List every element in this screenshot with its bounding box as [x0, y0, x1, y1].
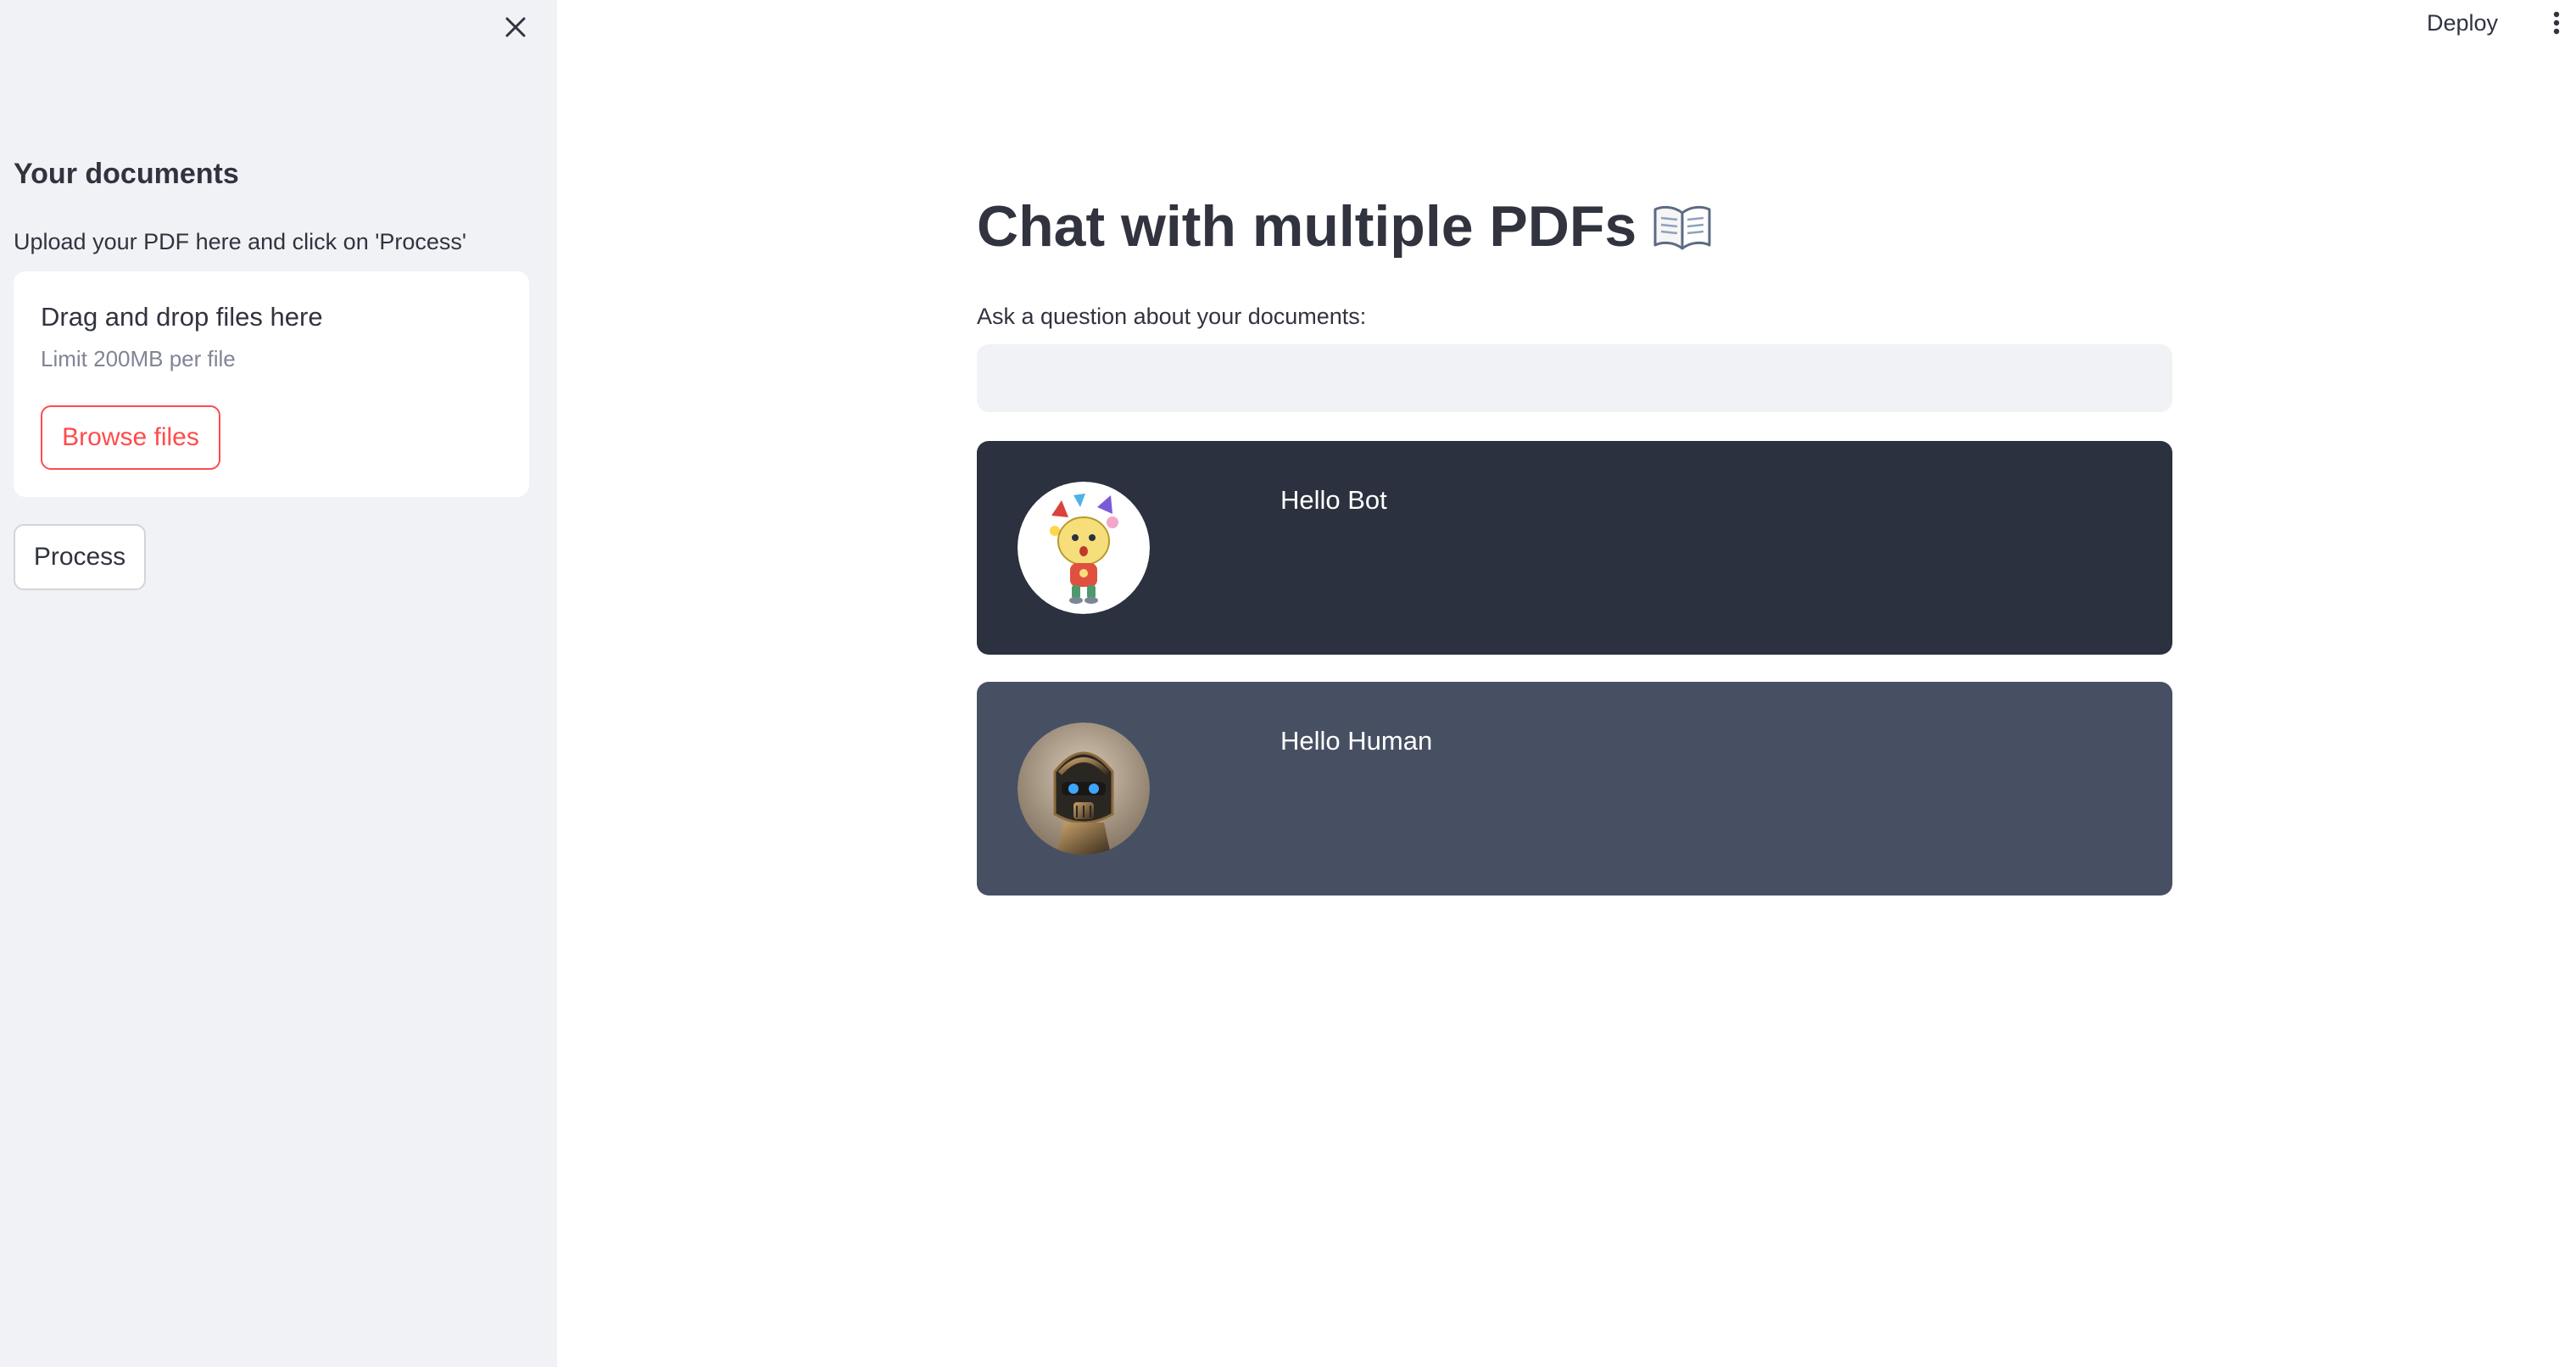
sidebar: Your documents Upload your PDF here and …: [0, 0, 557, 1367]
deploy-button[interactable]: Deploy: [2427, 3, 2498, 42]
more-vertical-icon: [2553, 11, 2560, 35]
human-avatar: [1018, 723, 1150, 855]
close-sidebar-button[interactable]: [497, 8, 534, 46]
main-menu-button[interactable]: [2544, 3, 2569, 42]
app: Your documents Upload your PDF here and …: [0, 0, 2576, 1367]
browse-files-button[interactable]: Browse files: [41, 405, 220, 470]
question-label: Ask a question about your documents:: [977, 304, 1367, 329]
dropzone-title: Drag and drop files here: [41, 302, 323, 332]
human-message-text: Hello Human: [1280, 726, 1433, 756]
bot-message-text: Hello Bot: [1280, 485, 1387, 515]
chat-message-human: Hello Human: [977, 682, 2172, 896]
page-title-text: Chat with multiple PDFs: [977, 194, 1637, 259]
open-book-icon: [1652, 203, 1713, 250]
dropzone-limit: Limit 200MB per file: [41, 346, 236, 371]
close-icon: [505, 17, 526, 37]
bot-avatar: [1018, 482, 1150, 614]
page-title: Chat with multiple PDFs: [977, 193, 1713, 259]
chat-message-bot: Hello Bot: [977, 441, 2172, 655]
sidebar-heading: Your documents: [14, 158, 239, 190]
question-input[interactable]: [977, 344, 2172, 412]
upload-label: Upload your PDF here and click on 'Proce…: [14, 229, 467, 254]
file-dropzone[interactable]: Drag and drop files here Limit 200MB per…: [14, 271, 529, 497]
process-button[interactable]: Process: [14, 524, 146, 590]
